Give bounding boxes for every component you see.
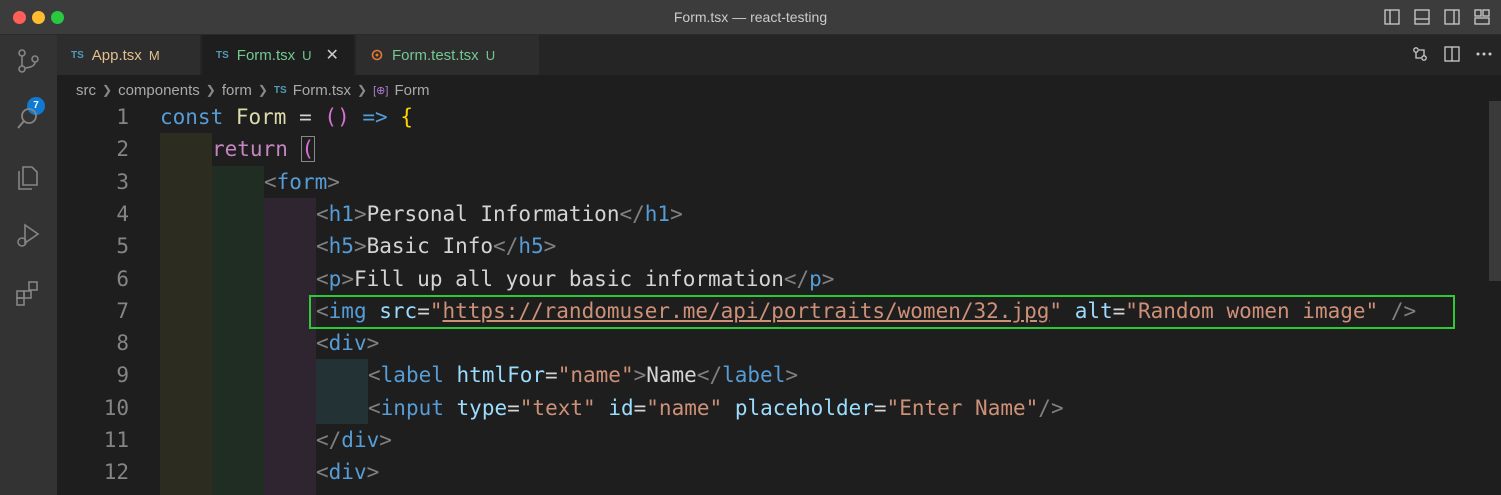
line-content: <input type="text" id="name" placeholder… bbox=[368, 396, 1064, 420]
code-line: 6 <p>Fill up all your basic information<… bbox=[57, 263, 1487, 295]
more-actions-icon[interactable] bbox=[1475, 45, 1493, 63]
code-line: 8 <div> bbox=[57, 327, 1487, 359]
code-line: 10 <input type="text" id="name" placehol… bbox=[57, 392, 1487, 424]
typescript-file-icon: TS bbox=[216, 49, 229, 61]
line-content: <div> bbox=[316, 460, 380, 484]
toggle-secondary-sidebar-icon[interactable] bbox=[1443, 8, 1461, 26]
tab-form-test-tsx[interactable]: Form.test.tsx U bbox=[356, 35, 540, 75]
tab-label: Form.test.tsx bbox=[392, 46, 479, 64]
vertical-scrollbar[interactable] bbox=[1489, 101, 1501, 281]
line-number: 12 bbox=[103, 460, 129, 484]
breadcrumb-item[interactable]: form bbox=[222, 82, 252, 99]
line-number: 4 bbox=[116, 202, 129, 226]
toggle-panel-icon[interactable] bbox=[1413, 8, 1431, 26]
close-tab-icon[interactable]: ✕ bbox=[326, 45, 339, 65]
tab-app-tsx[interactable]: TS App.tsx M bbox=[57, 35, 201, 75]
layout-controls bbox=[1383, 8, 1491, 26]
code-line: 1 const Form = () => { bbox=[57, 101, 1487, 133]
explorer-icon[interactable] bbox=[14, 163, 42, 191]
line-content: <h5>Basic Info</h5> bbox=[316, 234, 557, 258]
code-line: 4 <h1>Personal Information</h1> bbox=[57, 198, 1487, 230]
line-number: 2 bbox=[116, 137, 129, 161]
compare-changes-icon[interactable] bbox=[1411, 45, 1429, 63]
editor-actions bbox=[1411, 45, 1493, 63]
line-content: return ( bbox=[212, 136, 316, 162]
line-number: 7 bbox=[116, 299, 129, 323]
toggle-primary-sidebar-icon[interactable] bbox=[1383, 8, 1401, 26]
chevron-right-icon: ❯ bbox=[102, 83, 113, 97]
breadcrumb-item[interactable]: components bbox=[118, 82, 200, 99]
test-file-icon bbox=[370, 48, 384, 62]
line-number: 6 bbox=[116, 267, 129, 291]
code-editor[interactable]: 1 const Form = () => { 2 return ( 3 <for… bbox=[57, 101, 1501, 495]
chevron-right-icon: ❯ bbox=[257, 83, 268, 97]
highlighted-line-box bbox=[309, 295, 1455, 329]
symbol-variable-icon: [⊕] bbox=[373, 84, 389, 97]
line-number: 11 bbox=[103, 428, 129, 452]
tab-form-tsx[interactable]: TS Form.tsx U ✕ bbox=[202, 35, 355, 75]
code-line: 5 <h5>Basic Info</h5> bbox=[57, 230, 1487, 262]
tab-status: U bbox=[485, 47, 496, 63]
chevron-right-icon: ❯ bbox=[357, 83, 368, 97]
customize-layout-icon[interactable] bbox=[1473, 8, 1491, 26]
typescript-file-icon: TS bbox=[273, 84, 287, 96]
line-content: <label htmlFor="name">Name</label> bbox=[368, 363, 798, 387]
line-number: 10 bbox=[103, 396, 129, 420]
tab-label: Form.tsx bbox=[236, 46, 296, 64]
run-debug-icon[interactable] bbox=[14, 221, 42, 249]
line-number: 8 bbox=[116, 331, 129, 355]
line-number: 1 bbox=[116, 105, 129, 129]
code-line: 12 <div> bbox=[57, 456, 1487, 488]
source-control-icon[interactable] bbox=[14, 47, 42, 75]
tab-label: App.tsx bbox=[91, 46, 142, 64]
code-line: 11 </div> bbox=[57, 424, 1487, 456]
line-number: 5 bbox=[116, 234, 129, 258]
code-line: 3 <form> bbox=[57, 166, 1487, 198]
line-content: <div> bbox=[316, 331, 380, 355]
line-number: 9 bbox=[116, 363, 129, 387]
editor-tab-bar: TS App.tsx M TS Form.tsx U ✕ Form.test.t… bbox=[57, 35, 1501, 75]
line-content: const Form = () => { bbox=[160, 105, 413, 129]
line-content: <h1>Personal Information</h1> bbox=[316, 202, 683, 226]
line-content: </div> bbox=[316, 428, 392, 452]
line-number: 3 bbox=[116, 170, 129, 194]
line-content: <p>Fill up all your basic information</p… bbox=[316, 267, 835, 291]
code-line: 2 return ( bbox=[57, 133, 1487, 165]
breadcrumb-item[interactable]: src bbox=[76, 82, 96, 99]
split-editor-icon[interactable] bbox=[1443, 45, 1461, 63]
line-content: <form> bbox=[264, 170, 340, 194]
breadcrumb-symbol[interactable]: Form bbox=[394, 82, 429, 99]
typescript-file-icon: TS bbox=[71, 49, 84, 61]
activity-bar: 7 bbox=[0, 35, 57, 495]
window-title: Form.tsx — react-testing bbox=[673, 9, 828, 25]
tab-status: M bbox=[148, 47, 160, 63]
title-bar: Form.tsx — react-testing bbox=[0, 0, 1501, 35]
breadcrumb-file[interactable]: Form.tsx bbox=[293, 82, 351, 99]
code-line: 9 <label htmlFor="name">Name</label> bbox=[57, 359, 1487, 391]
extensions-icon[interactable] bbox=[14, 279, 42, 307]
search-icon[interactable] bbox=[14, 105, 42, 133]
chevron-right-icon: ❯ bbox=[205, 83, 216, 97]
breadcrumb: src ❯ components ❯ form ❯ TS Form.tsx ❯ … bbox=[76, 80, 429, 100]
tab-status: U bbox=[302, 47, 312, 63]
